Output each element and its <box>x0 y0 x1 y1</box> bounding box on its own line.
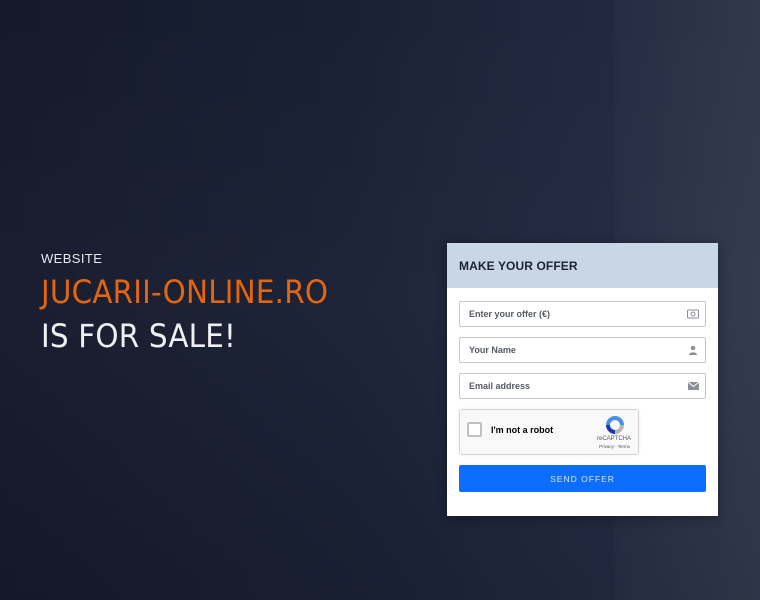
name-field <box>459 337 706 363</box>
domain-title: JUCARII-ONLINE.RO <box>41 273 329 311</box>
offer-card-header: MAKE YOUR OFFER <box>447 243 718 288</box>
money-icon <box>687 308 699 320</box>
hero-section: WEBSITE JUCARII-ONLINE.RO IS FOR SALE! <box>41 251 421 355</box>
user-icon <box>687 344 699 356</box>
hero-label: WEBSITE <box>41 251 103 266</box>
email-field <box>459 373 706 399</box>
offer-amount-field <box>459 301 706 327</box>
offer-card: MAKE YOUR OFFER Enter your offer (€) You… <box>447 243 718 516</box>
email-input[interactable] <box>460 374 705 398</box>
recaptcha-widget: I'm not a robot reCAPTCHA Privacy - Term… <box>459 409 639 455</box>
recaptcha-brand: reCAPTCHA <box>596 436 631 442</box>
recaptcha-label: I'm not a robot <box>491 425 554 435</box>
offer-amount-input[interactable] <box>460 302 705 326</box>
recaptcha-links[interactable]: Privacy - Terms <box>599 444 630 449</box>
offer-form: I'm not a robot reCAPTCHA Privacy - Term… <box>447 288 718 492</box>
send-offer-button[interactable]: SEND OFFER <box>459 465 706 492</box>
envelope-icon <box>687 380 699 392</box>
recaptcha-checkbox[interactable] <box>467 422 482 437</box>
recaptcha-icon <box>605 415 625 435</box>
name-input[interactable] <box>460 338 705 362</box>
offer-card-title: MAKE YOUR OFFER <box>459 258 578 273</box>
for-sale-title: IS FOR SALE! <box>41 317 237 355</box>
